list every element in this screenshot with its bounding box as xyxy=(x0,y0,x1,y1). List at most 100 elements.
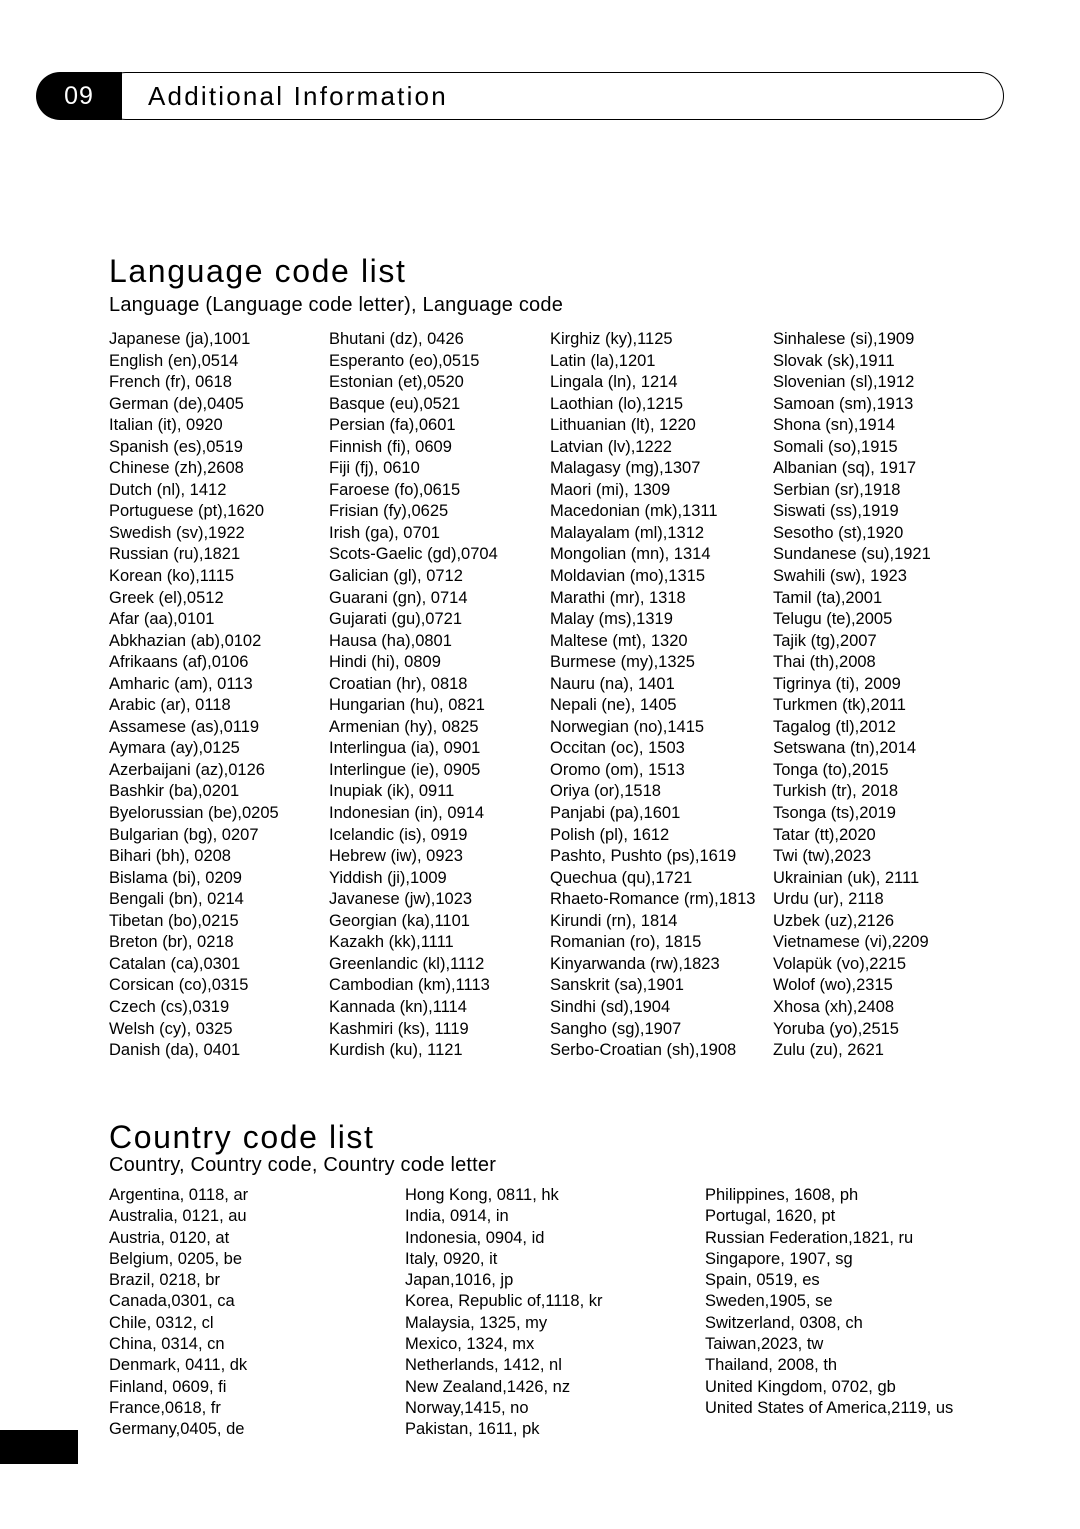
language-entry: Kirghiz (ky),1125 xyxy=(550,330,673,348)
language-entry: Faroese (fo),0615 xyxy=(329,480,461,499)
country-entry: Singapore, 1907, sg xyxy=(705,1249,853,1268)
language-entry: Swedish (sv),1922 xyxy=(109,523,245,542)
language-entry: Bislama (bi), 0209 xyxy=(109,868,242,887)
language-entry: Catalan (ca),0301 xyxy=(109,954,241,973)
language-entry: Korean (ko),1115 xyxy=(109,567,235,586)
language-entry: Oriya (or),1518 xyxy=(550,782,661,801)
country-entry: Malaysia, 1325, my xyxy=(405,1313,548,1332)
country-column-2: Hong Kong, 0811, hk India, 0914, in Indone… xyxy=(405,1185,603,1441)
language-entry: Cambodian (km),1113 xyxy=(329,976,490,995)
language-entry: Tonga (to),2015 xyxy=(773,760,889,779)
country-entry: Spain, 0519, es xyxy=(705,1271,820,1290)
page-title: Additional Information xyxy=(148,80,448,111)
country-entry: Pakistan, 1611, pk xyxy=(405,1420,540,1439)
language-column-3: Kirghiz (ky),1125 Latin (la),1201 Lingala … xyxy=(550,329,755,1062)
language-entry: Kurdish (ku), 1121 xyxy=(329,1041,463,1060)
language-entry: Guarani (gn), 0714 xyxy=(329,588,468,607)
language-entry: Corsican (co),0315 xyxy=(109,976,249,995)
country-code-list-subheading: Country, Country code, Country code lett… xyxy=(109,1154,497,1176)
country-entry: Finland, 0609, fi xyxy=(109,1377,227,1396)
language-entry: Moldavian (mo),1315 xyxy=(550,567,705,586)
language-entry: Somali (so),1915 xyxy=(773,437,898,456)
language-entry: Slovak (sk),1911 xyxy=(773,351,895,370)
language-entry: Georgian (ka),1101 xyxy=(329,911,470,930)
language-entry: Danish (da), 0401 xyxy=(109,1041,241,1060)
language-entry: Greek (el),0512 xyxy=(109,588,224,607)
language-column-1: Japanese (ja),1001 English (en),0514 Frenc… xyxy=(109,329,279,1062)
language-entry: Nauru (na), 1401 xyxy=(550,674,675,693)
language-entry: Dutch (nl), 1412 xyxy=(109,480,227,499)
language-entry: Malagasy (mg),1307 xyxy=(550,459,701,478)
language-entry: Urdu (ur), 2118 xyxy=(773,890,884,909)
language-entry: Serbo-Croatian (sh),1908 xyxy=(550,1041,737,1060)
language-entry: Hungarian (hu), 0821 xyxy=(329,696,485,715)
country-entry: Japan,1016, jp xyxy=(405,1271,514,1290)
language-entry: Telugu (te),2005 xyxy=(773,610,893,629)
language-entry: Bhutani (dz), 0426 xyxy=(329,330,464,348)
language-column-2: Bhutani (dz), 0426 Esperanto (eo),0515 Est… xyxy=(329,329,498,1062)
language-entry: Latvian (lv),1222 xyxy=(550,437,672,456)
language-entry: Macedonian (mk),1311 xyxy=(550,502,718,521)
country-entry: Sweden,1905, se xyxy=(705,1292,833,1311)
page-footer-mark xyxy=(0,1430,78,1464)
language-entry: Croatian (hr), 0818 xyxy=(329,674,468,693)
language-entry: Sesotho (st),1920 xyxy=(773,523,904,542)
language-column-4: Sinhalese (si),1909 Slovak (sk),1911 Slove… xyxy=(773,329,931,1062)
country-entry: Russian Federation,1821, ru xyxy=(705,1228,914,1247)
language-entry: Vietnamese (vi),2209 xyxy=(773,933,929,952)
language-entry: Laothian (lo),1215 xyxy=(550,394,684,413)
country-entry: United States of America,2119, us xyxy=(705,1398,954,1417)
language-entry: Yoruba (yo),2515 xyxy=(773,1019,899,1038)
language-entry: Samoan (sm),1913 xyxy=(773,394,914,413)
language-entry: Welsh (cy), 0325 xyxy=(109,1019,233,1038)
language-entry: Russian (ru),1821 xyxy=(109,545,241,564)
language-entry: Irish (ga), 0701 xyxy=(329,523,440,542)
language-entry: Maltese (mt), 1320 xyxy=(550,631,688,650)
language-entry: Esperanto (eo),0515 xyxy=(329,351,480,370)
country-entry: Netherlands, 1412, nl xyxy=(405,1356,562,1375)
language-entry: Bihari (bh), 0208 xyxy=(109,847,231,866)
language-entry: Persian (fa),0601 xyxy=(329,416,456,435)
language-entry: Arabic (ar), 0118 xyxy=(109,696,231,715)
language-entry: Shona (sn),1914 xyxy=(773,416,896,435)
language-entry: Malay (ms),1319 xyxy=(550,610,673,629)
language-entry: Assamese (as),0119 xyxy=(109,717,260,736)
country-entry: Brazil, 0218, br xyxy=(109,1271,220,1290)
language-entry: Sindhi (sd),1904 xyxy=(550,997,671,1016)
language-entry: Tajik (tg),2007 xyxy=(773,631,877,650)
language-entry: Volapük (vo),2215 xyxy=(773,954,907,973)
country-entry: Korea, Republic of,1118, kr xyxy=(405,1292,603,1311)
page-header: 09 Additional Information xyxy=(36,72,1004,120)
language-entry: Bengali (bn), 0214 xyxy=(109,890,244,909)
country-entry: Indonesia, 0904, id xyxy=(405,1228,545,1247)
language-entry: Kinyarwanda (rw),1823 xyxy=(550,954,720,973)
language-entry: Hausa (ha),0801 xyxy=(329,631,452,650)
language-entry: Afrikaans (af),0106 xyxy=(109,653,249,672)
language-entry: Turkmen (tk),2011 xyxy=(773,696,906,715)
language-entry: Serbian (sr),1918 xyxy=(773,480,901,499)
language-entry: Lingala (ln), 1214 xyxy=(550,373,678,392)
language-entry: Sinhalese (si),1909 xyxy=(773,330,915,348)
language-entry: Kazakh (kk),1111 xyxy=(329,933,454,952)
language-entry: Bulgarian (bg), 0207 xyxy=(109,825,259,844)
country-entry: Thailand, 2008, th xyxy=(705,1356,838,1375)
country-entry: Hong Kong, 0811, hk xyxy=(405,1186,559,1204)
language-entry: Sundanese (su),1921 xyxy=(773,545,931,564)
language-entry: Czech (cs),0319 xyxy=(109,997,230,1016)
language-entry: Basque (eu),0521 xyxy=(329,394,461,413)
language-entry: Occitan (oc), 1503 xyxy=(550,739,685,758)
language-entry: Latin (la),1201 xyxy=(550,351,656,370)
language-entry: Frisian (fy),0625 xyxy=(329,502,449,521)
language-entry: Tatar (tt),2020 xyxy=(773,825,876,844)
language-entry: Bashkir (ba),0201 xyxy=(109,782,240,801)
country-entry: Australia, 0121, au xyxy=(109,1207,247,1226)
language-entry: Yiddish (ji),1009 xyxy=(329,868,447,887)
language-entry: Siswati (ss),1919 xyxy=(773,502,899,521)
country-entry: Mexico, 1324, mx xyxy=(405,1335,535,1354)
language-entry: Tamil (ta),2001 xyxy=(773,588,883,607)
country-column-3: Philippines, 1608, ph Portugal, 1620, pt R… xyxy=(705,1185,953,1419)
language-entry: Xhosa (xh),2408 xyxy=(773,997,895,1016)
language-entry: Kannada (kn),1114 xyxy=(329,997,467,1016)
country-entry: New Zealand,1426, nz xyxy=(405,1377,571,1396)
country-entry: Denmark, 0411, dk xyxy=(109,1356,248,1375)
